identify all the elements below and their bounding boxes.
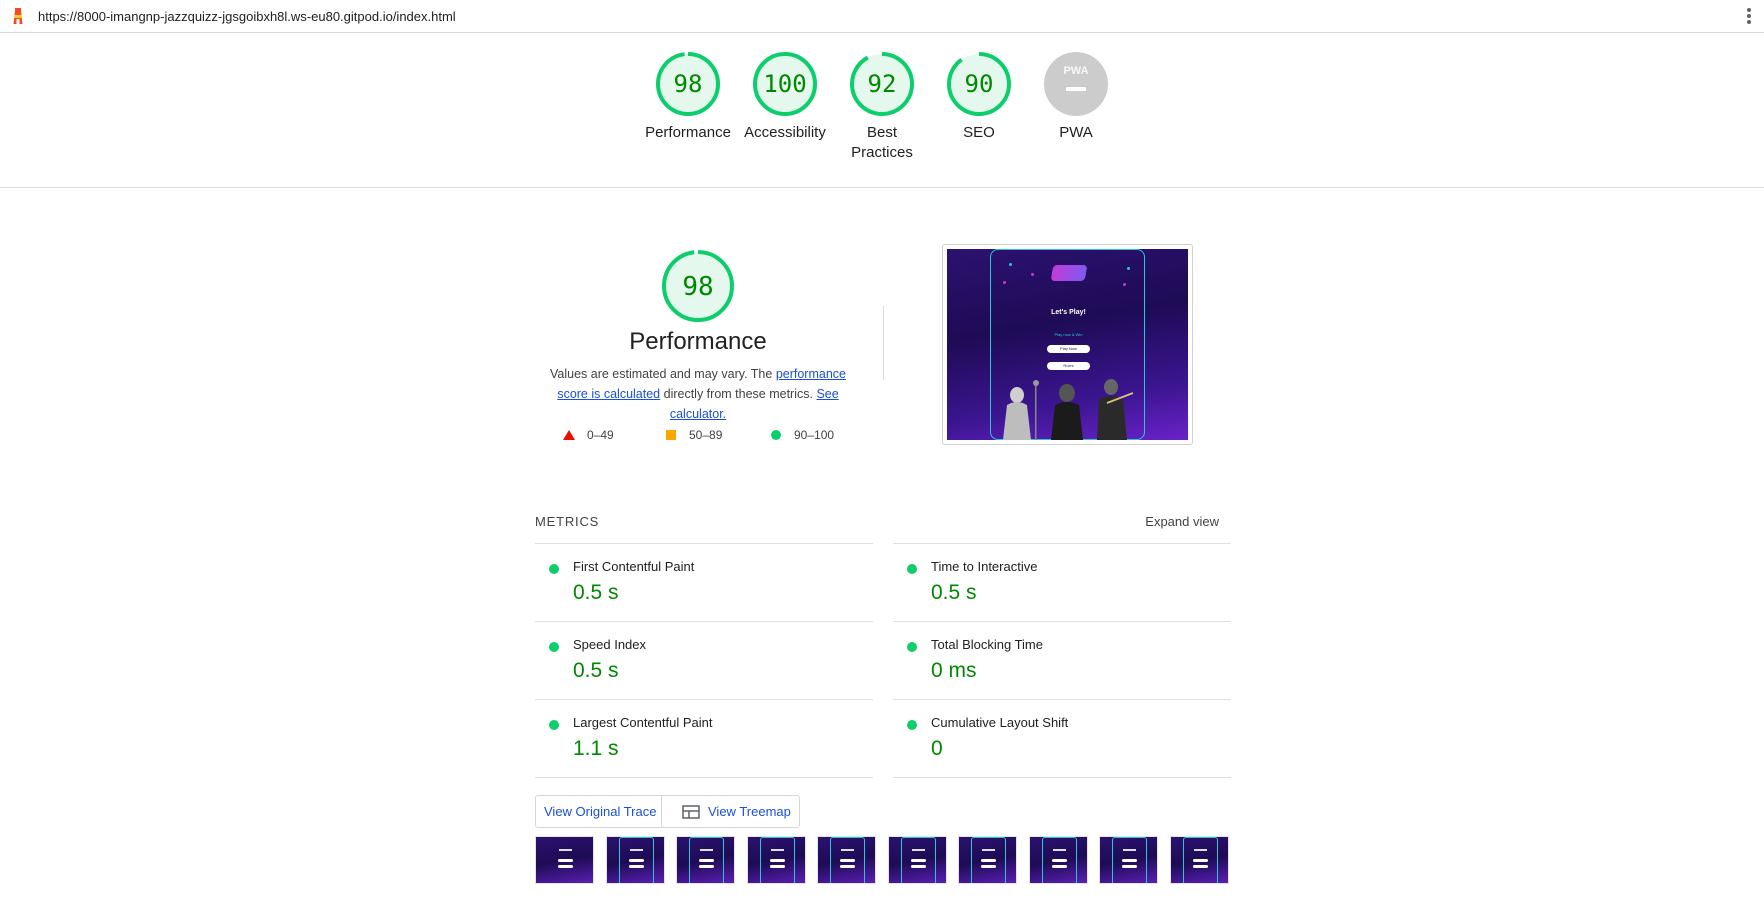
- metric-cls[interactable]: Cumulative Layout Shift 0: [893, 699, 1231, 777]
- legend-pass: 90–100: [771, 428, 834, 442]
- pwa-badge-text: PWA: [1063, 65, 1088, 77]
- gauge-label: Best Practices: [851, 124, 913, 161]
- expand-view-toggle[interactable]: Expand view: [1145, 514, 1219, 529]
- metrics-header: METRICS Expand view: [535, 514, 1231, 530]
- divider: [883, 306, 884, 380]
- metric-name: Largest Contentful Paint: [573, 715, 713, 730]
- more-options-icon[interactable]: [1746, 8, 1752, 26]
- metric-value: 0.5 s: [573, 659, 619, 682]
- score-gauge-icon: 92: [850, 52, 914, 116]
- gauge-label: Performance: [645, 124, 731, 141]
- metric-tbt[interactable]: Total Blocking Time 0 ms: [893, 621, 1231, 699]
- gauge-score: 98: [674, 70, 703, 98]
- metrics-title: METRICS: [535, 514, 600, 529]
- desc-text: directly from these metrics.: [660, 387, 817, 401]
- score-legend: 0–49 50–89 90–100: [563, 428, 863, 444]
- filmstrip-frame: [746, 836, 806, 884]
- gauge-performance[interactable]: 98 Performance: [640, 51, 736, 143]
- musicians-image: [1003, 379, 1134, 440]
- metric-lcp[interactable]: Largest Contentful Paint 1.1 s: [535, 699, 873, 777]
- pass-circle-icon: [907, 642, 917, 652]
- score-gauge-icon: 100: [753, 52, 817, 116]
- performance-gauge-icon: 98: [662, 250, 734, 322]
- metric-name: First Contentful Paint: [573, 559, 695, 574]
- filmstrip-frame: [958, 836, 1017, 884]
- gauge-label: PWA: [1059, 124, 1093, 141]
- category-summary: 98 Performance 100 Accessibility 92 Best…: [0, 33, 1764, 188]
- treemap-label: View Treemap: [708, 804, 791, 819]
- metric-value: 0: [931, 737, 943, 760]
- performance-description: Values are estimated and may vary. The p…: [535, 364, 861, 424]
- pass-circle-icon: [907, 720, 917, 730]
- metric-name: Speed Index: [573, 637, 647, 652]
- filmstrip-frame: [1099, 836, 1158, 884]
- desc-text: Values are estimated and may vary. The: [550, 367, 776, 381]
- legend-label: 90–100: [794, 428, 835, 442]
- gauge-score: 100: [763, 70, 806, 98]
- square-icon: [666, 430, 676, 440]
- screenshot-image: Let's Play! Play now & Win Play Now Rule…: [947, 249, 1188, 440]
- treemap-icon: [682, 805, 700, 819]
- metric-name: Time to Interactive: [931, 559, 1038, 574]
- filmstrip-frame: [887, 836, 947, 884]
- page-url: https://8000-imangnp-jazzquizz-jgsgoibxh…: [38, 9, 456, 24]
- filmstrip-frame: [817, 836, 876, 884]
- metric-value: 0.5 s: [931, 581, 977, 604]
- gauge-label: SEO: [963, 124, 995, 141]
- gauge-score: 92: [868, 70, 897, 98]
- final-screenshot[interactable]: Let's Play! Play now & Win Play Now Rule…: [942, 244, 1193, 445]
- lighthouse-logo-icon: [13, 8, 23, 24]
- gauge-best-practices[interactable]: 92 Best Practices: [834, 51, 930, 163]
- screenshot-rules-button: Rules: [1047, 362, 1090, 370]
- metric-name: Total Blocking Time: [931, 637, 1043, 652]
- score-gauge-icon: 90: [947, 52, 1011, 116]
- filmstrip-frame: [676, 836, 735, 884]
- pass-circle-icon: [907, 564, 917, 574]
- gauge-accessibility[interactable]: 100 Accessibility: [737, 51, 833, 143]
- legend-label: 50–89: [689, 428, 723, 442]
- pass-circle-icon: [549, 642, 559, 652]
- gauge-label: Accessibility: [744, 124, 826, 141]
- performance-header: 98 Performance Values are estimated and …: [535, 248, 861, 424]
- pass-circle-icon: [549, 720, 559, 730]
- view-original-trace-button[interactable]: View Original Trace: [535, 795, 666, 828]
- performance-score: 98: [682, 272, 713, 302]
- filmstrip-frame: [1028, 836, 1088, 884]
- gauge-score: 90: [965, 70, 994, 98]
- filmstrip-frame: [1169, 836, 1229, 884]
- metric-tti[interactable]: Time to Interactive 0.5 s: [893, 543, 1231, 621]
- metric-value: 0 ms: [931, 659, 977, 682]
- circle-icon: [771, 430, 781, 440]
- metric-value: 0.5 s: [573, 581, 619, 604]
- metric-value: 1.1 s: [573, 737, 619, 760]
- divider: [893, 777, 1231, 778]
- divider: [535, 777, 873, 778]
- metric-name: Cumulative Layout Shift: [931, 715, 1069, 730]
- filmstrip-frame: [535, 836, 594, 884]
- score-gauge-icon: 98: [656, 52, 720, 116]
- address-bar: https://8000-imangnp-jazzquizz-jgsgoibxh…: [0, 0, 1764, 33]
- metric-speed-index[interactable]: Speed Index 0.5 s: [535, 621, 873, 699]
- pass-circle-icon: [549, 564, 559, 574]
- filmstrip-frame: [605, 836, 665, 884]
- legend-fail: 0–49: [563, 428, 614, 442]
- metric-fcp[interactable]: First Contentful Paint 0.5 s: [535, 543, 873, 621]
- gauge-seo[interactable]: 90 SEO: [931, 51, 1027, 143]
- legend-label: 0–49: [587, 428, 614, 442]
- jazz-logo: [1050, 265, 1088, 281]
- screenshot-subtitle: Play now & Win: [1054, 332, 1083, 337]
- pwa-badge-icon: PWA: [1044, 52, 1108, 116]
- view-treemap-button[interactable]: View Treemap: [661, 795, 800, 828]
- gauge-pwa[interactable]: PWA PWA: [1028, 51, 1124, 143]
- triangle-icon: [563, 430, 575, 440]
- legend-average: 50–89: [666, 428, 722, 442]
- screenshot-heading: Let's Play!: [1051, 309, 1086, 316]
- performance-title: Performance: [629, 328, 767, 355]
- screenshot-play-button: Play Now: [1047, 345, 1090, 353]
